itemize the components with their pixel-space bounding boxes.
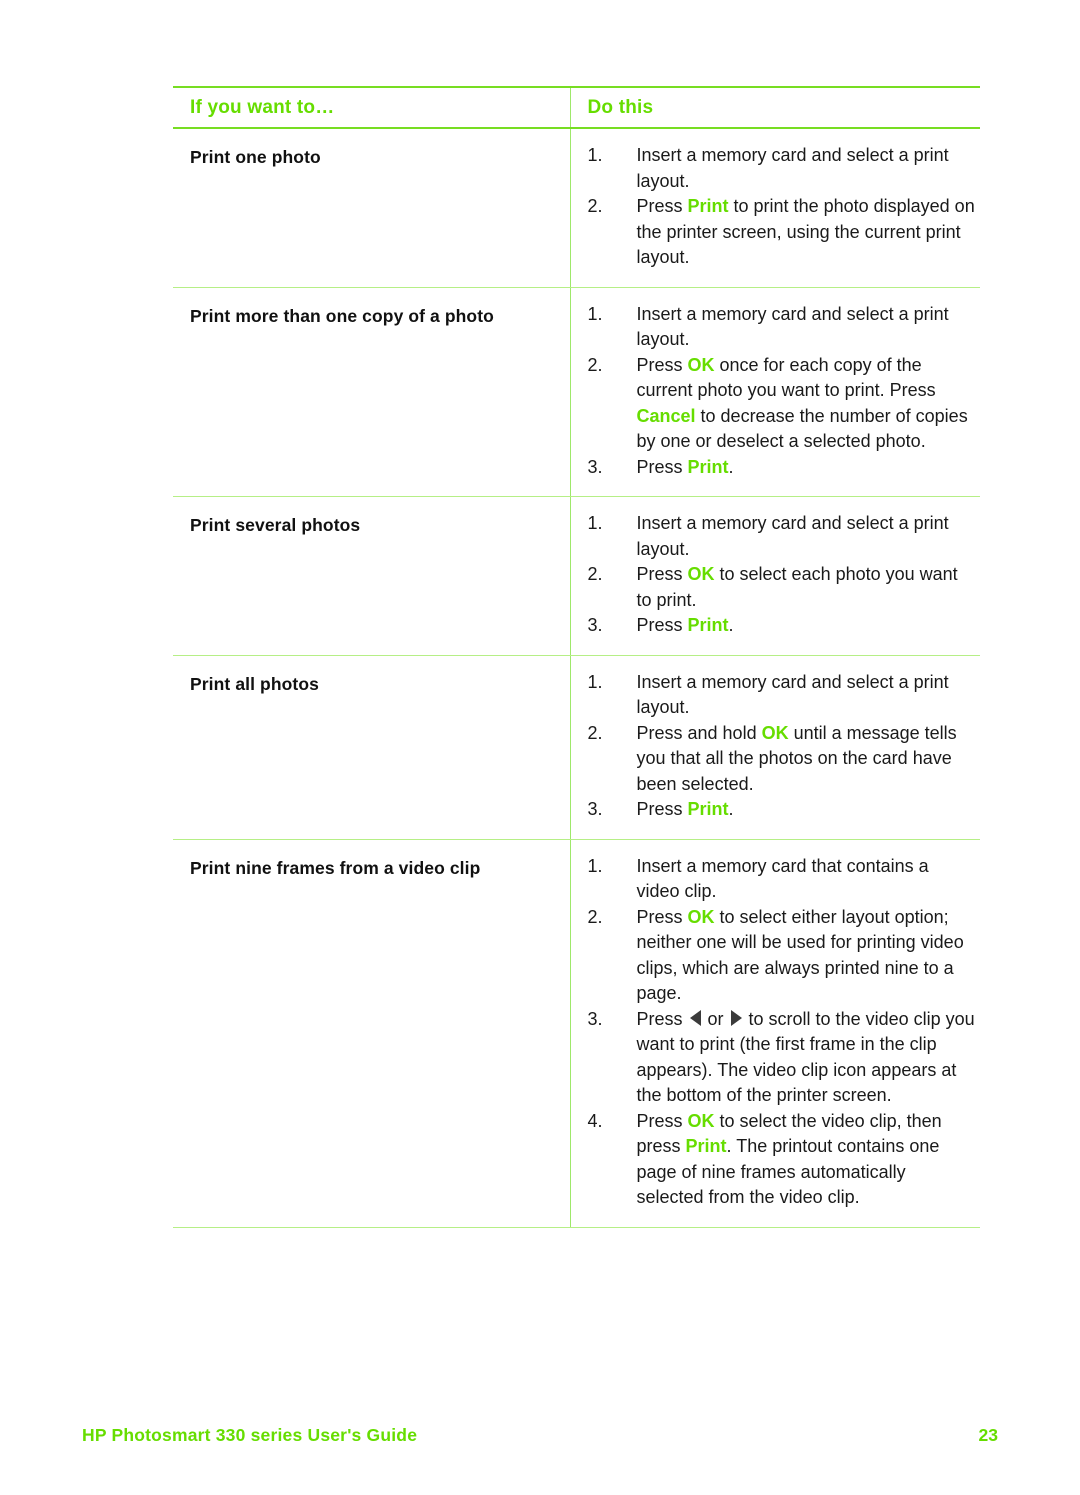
table-cell-instructions: 1. Insert a memory card and select a prin… — [569, 287, 980, 497]
table-header-row: If you want to… Do this — [173, 86, 980, 129]
step-text: Press OK to select either layout option;… — [636, 906, 964, 1004]
button-keyword: Cancel — [636, 405, 696, 426]
step-number: 4. — [587, 1110, 603, 1131]
table-cell-task: Print all photos — [173, 655, 570, 840]
table-row: Print all photos 1. Insert a memory card a… — [173, 655, 980, 840]
step-text: Press Print. — [636, 615, 734, 635]
step-text: Press Print to print the photo displayed… — [636, 196, 975, 267]
table-cell-instructions: 1. Insert a memory card and select a prin… — [569, 655, 980, 840]
step-number: 2. — [587, 564, 603, 584]
table-cell-task: Print several photos — [173, 496, 570, 656]
step-text: Press OK to select the video clip, then … — [636, 1110, 942, 1208]
step-text: Insert a memory card and select a print … — [636, 303, 949, 350]
step-number: 1. — [587, 855, 603, 876]
step-number: 1. — [587, 303, 603, 324]
table-cell-instructions: 1. Insert a memory card and select a prin… — [569, 496, 980, 656]
instruction-step: 2. Press and hold OK until a message tell… — [588, 721, 977, 798]
button-keyword: OK — [687, 1110, 715, 1131]
document-page: If you want to… Do this Print one photo 1… — [0, 0, 1080, 1495]
step-text: Press OK once for each copy of the curre… — [636, 354, 968, 452]
instruction-step: 2. Press OK to select either layout optio… — [588, 905, 977, 1007]
table-header-do-this: Do this — [569, 86, 980, 129]
step-number: 2. — [587, 354, 603, 375]
instruction-step: 2. Press Print to print the photo display… — [588, 194, 977, 271]
button-keyword: OK — [761, 722, 789, 743]
button-keyword: Print — [687, 456, 729, 477]
button-keyword: Print — [687, 799, 729, 819]
table-row: Print one photo 1. Insert a memory card an… — [173, 128, 980, 288]
footer-page-number: 23 — [978, 1425, 998, 1445]
instruction-step: 1. Insert a memory card that contains a v… — [588, 854, 977, 905]
task-title: Print more than one copy of a photo — [190, 305, 494, 326]
button-keyword: Print — [685, 1136, 727, 1156]
task-title: Print one photo — [190, 147, 321, 167]
procedures-table: If you want to… Do this Print one photo 1… — [173, 86, 980, 1228]
table-cell-instructions: 1. Insert a memory card that contains a v… — [569, 839, 980, 1228]
button-keyword: OK — [687, 354, 715, 375]
step-text: Press Print. — [636, 456, 734, 477]
step-text: Press and hold OK until a message tells … — [636, 722, 957, 794]
button-keyword: OK — [687, 564, 715, 584]
step-number: 1. — [587, 513, 603, 533]
instruction-step-list: 1. Insert a memory card and select a prin… — [588, 302, 977, 481]
step-text: Press Print. — [636, 799, 734, 819]
step-text: Insert a memory card and select a print … — [636, 671, 949, 718]
step-text: Insert a memory card and select a print … — [636, 513, 949, 559]
instruction-step: 4. Press OK to select the video clip, the… — [588, 1109, 977, 1211]
instruction-step: 1. Insert a memory card and select a prin… — [588, 143, 977, 194]
table-cell-task: Print one photo — [173, 128, 570, 288]
table-cell-task: Print nine frames from a video clip — [173, 839, 570, 1228]
step-number: 3. — [587, 799, 603, 819]
instruction-step-list: 1. Insert a memory card that contains a v… — [588, 854, 977, 1211]
step-text: Insert a memory card and select a print … — [636, 145, 949, 191]
task-title: Print several photos — [190, 515, 361, 535]
table-row: Print several photos 1. Insert a memory ca… — [173, 496, 980, 656]
instruction-step: 3. Press Print. — [588, 455, 977, 481]
step-number: 3. — [587, 1008, 603, 1029]
step-number: 3. — [587, 615, 603, 635]
instruction-step: 1. Insert a memory card and select a prin… — [588, 511, 977, 562]
instruction-step: 3. Press or to scroll to the video clip y… — [588, 1007, 977, 1109]
step-number: 2. — [587, 722, 603, 743]
table-header-right-label: Do this — [587, 97, 654, 118]
task-title: Print nine frames from a video clip — [190, 857, 481, 878]
instruction-step: 3. Press Print. — [588, 797, 977, 823]
arrow-right-icon — [730, 1009, 742, 1026]
arrow-left-icon — [689, 1009, 701, 1026]
step-number: 3. — [587, 456, 603, 477]
table-row: Print nine frames from a video clip 1. Ins… — [173, 839, 980, 1228]
step-text: Press or to scroll to the video clip you… — [636, 1008, 975, 1106]
instruction-step: 1. Insert a memory card and select a prin… — [588, 670, 977, 721]
task-title: Print all photos — [190, 673, 319, 694]
button-keyword: Print — [687, 196, 729, 216]
instruction-step: 2. Press OK once for each copy of the cur… — [588, 353, 977, 455]
instruction-step-list: 1. Insert a memory card and select a prin… — [588, 143, 977, 271]
page-footer: HP Photosmart 330 series User's Guide 23 — [82, 1425, 998, 1446]
table-row: Print more than one copy of a photo 1. Ins… — [173, 287, 980, 497]
button-keyword: OK — [687, 906, 715, 927]
instruction-step-list: 1. Insert a memory card and select a prin… — [588, 670, 977, 823]
instruction-step-list: 1. Insert a memory card and select a prin… — [588, 511, 977, 639]
table-cell-task: Print more than one copy of a photo — [173, 287, 570, 497]
step-number: 1. — [587, 145, 603, 165]
table-header-if-you-want-to: If you want to… — [173, 86, 570, 129]
step-number: 2. — [587, 196, 603, 216]
instruction-step: 3. Press Print. — [588, 613, 977, 639]
step-number: 1. — [587, 671, 603, 692]
table-header-left-label: If you want to… — [190, 97, 335, 118]
button-keyword: Print — [687, 615, 729, 635]
table-body: Print one photo 1. Insert a memory card an… — [173, 128, 980, 1228]
instruction-step: 1. Insert a memory card and select a prin… — [588, 302, 977, 353]
instruction-step: 2. Press OK to select each photo you want… — [588, 562, 977, 613]
step-text: Press OK to select each photo you want t… — [636, 564, 958, 610]
footer-document-title: HP Photosmart 330 series User's Guide — [82, 1425, 418, 1445]
step-text: Insert a memory card that contains a vid… — [636, 855, 929, 902]
step-number: 2. — [587, 906, 603, 927]
table-cell-instructions: 1. Insert a memory card and select a prin… — [569, 128, 980, 288]
